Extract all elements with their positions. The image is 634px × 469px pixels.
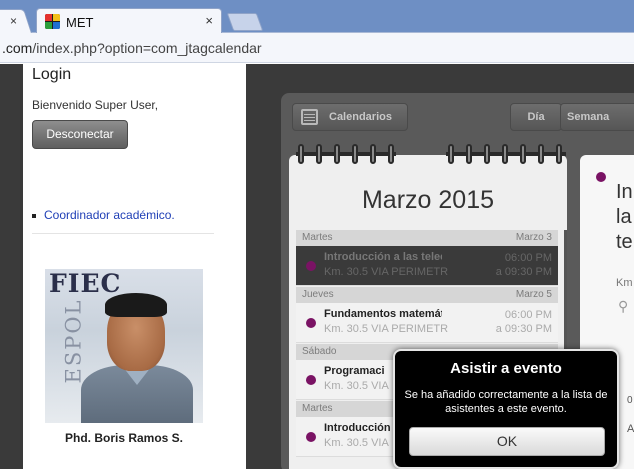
calendars-button[interactable]: Calendarios — [292, 103, 408, 131]
spiral-coil — [538, 144, 544, 164]
attend-event-dialog: Asistir a evento Se ha añadido correctam… — [393, 349, 619, 469]
photo-watermark-text: ESPOL — [61, 298, 86, 384]
event-dot-icon — [306, 318, 316, 328]
event-detail-title: In la te — [616, 181, 633, 253]
day-header: Jueves Marzo 5 — [296, 287, 558, 303]
browser-tabbar: × MET × — [0, 0, 634, 33]
sidebar-link-label: Coordinador académico. — [44, 208, 175, 222]
url-text[interactable]: .com/index.php?option=com_jtagcalendar — [2, 40, 262, 56]
event-start: 06:00 PM — [504, 309, 552, 321]
event-row[interactable]: Fundamentos matemáti Km. 30.5 VIA PERIME… — [296, 303, 558, 343]
profile-photo: FIEC ESPOL — [45, 269, 203, 423]
tab-title: MET — [66, 15, 94, 30]
event-title: Introducción a las telecc — [324, 251, 442, 263]
event-place: Km. 30.5 VIA PERIMETR — [324, 323, 448, 335]
spiral-coil — [520, 144, 526, 164]
event-dot-icon — [306, 432, 316, 442]
spiral-coil — [370, 144, 376, 164]
week-view-button[interactable]: Semana — [560, 103, 634, 131]
event-dot-icon — [306, 261, 316, 271]
event-dot-icon — [306, 375, 316, 385]
month-title: Marzo 2015 — [361, 186, 495, 214]
sidebar-link-coordinador[interactable]: Coordinador académico. — [32, 208, 175, 222]
ok-button[interactable]: OK — [409, 427, 605, 456]
day-header-date: Marzo 3 — [515, 232, 552, 243]
event-detail-text: 0 — [627, 395, 633, 406]
photo-hair — [105, 293, 167, 317]
spiral-coil — [556, 144, 562, 164]
photo-logo-text: FIEC — [49, 269, 122, 298]
spiral-coil — [298, 144, 304, 164]
event-row[interactable]: Introducción a las telecc Km. 30.5 VIA P… — [296, 246, 558, 286]
event-title: Fundamentos matemáti — [324, 308, 442, 320]
event-place: Km. 30.5 VIA PERIMETR — [324, 266, 448, 278]
divider — [32, 233, 214, 234]
sidebar: Login Bienvenido Super User, Desconectar… — [23, 64, 246, 469]
dialog-message: Se ha añadido correctamente a la lista d… — [404, 389, 608, 415]
logout-button[interactable]: Desconectar — [32, 120, 128, 149]
photo-caption: Phd. Boris Ramos S. — [64, 431, 184, 445]
binder-spiral — [296, 140, 566, 170]
spiral-coil — [334, 144, 340, 164]
day-header: Martes Marzo 3 — [296, 230, 558, 246]
url-host: .com — [2, 40, 33, 56]
day-view-button[interactable]: Día — [510, 103, 562, 131]
event-end: a 09:30 PM — [495, 266, 552, 278]
day-header-name: Martes — [302, 232, 333, 243]
day-header-name: Martes — [302, 403, 333, 414]
tab-close-icon[interactable]: × — [205, 13, 213, 28]
new-tab-button[interactable] — [226, 13, 264, 31]
url-path: /index.php?option=com_jtagcalendar — [32, 40, 262, 56]
dialog-title: Asistir a evento — [450, 360, 562, 377]
bullet-icon — [32, 213, 36, 218]
spiral-coil — [466, 144, 472, 164]
spiral-coil — [502, 144, 508, 164]
spiral-bar — [296, 152, 396, 156]
spiral-coil — [388, 144, 394, 164]
spiral-coil — [316, 144, 322, 164]
favicon-icon — [45, 14, 60, 29]
address-bar[interactable]: .com/index.php?option=com_jtagcalendar — [0, 33, 634, 63]
event-detail-place: Km — [616, 277, 633, 289]
spiral-coil — [352, 144, 358, 164]
event-end: a 09:30 PM — [495, 323, 552, 335]
spiral-coil — [484, 144, 490, 164]
event-start: 06:00 PM — [504, 252, 552, 264]
login-title: Login — [32, 66, 72, 83]
welcome-text: Bienvenido Super User, — [32, 98, 159, 112]
calendars-button-label: Calendarios — [329, 111, 392, 123]
spiral-coil — [448, 144, 454, 164]
day-header-name: Sábado — [302, 346, 337, 357]
calendar-icon — [301, 109, 318, 125]
active-tab[interactable]: MET × — [36, 8, 222, 33]
previous-tab-close-icon[interactable]: × — [10, 14, 17, 28]
map-pin-icon[interactable]: ⚲ — [618, 298, 628, 315]
detail-dot-icon — [596, 172, 606, 182]
event-detail-text: A — [627, 423, 634, 435]
day-header-date: Marzo 5 — [515, 289, 552, 300]
day-header-name: Jueves — [302, 289, 334, 300]
